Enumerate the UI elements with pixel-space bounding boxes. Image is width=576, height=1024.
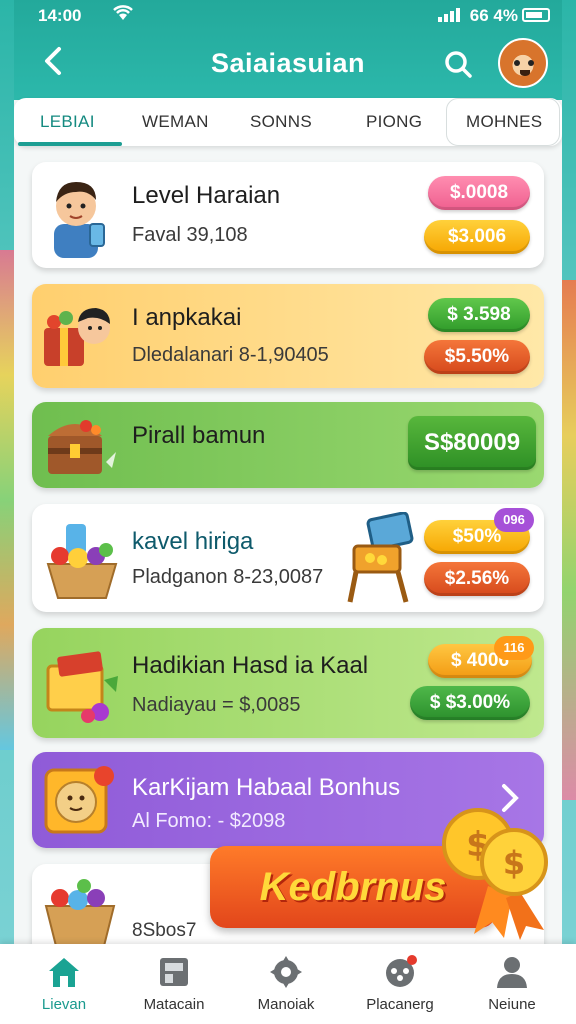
battery-icon	[522, 8, 550, 22]
card-subtitle: Faval 39,108	[132, 224, 248, 246]
nav-item-settings[interactable]: Manoiak	[236, 952, 336, 1013]
battery-percent: 66 4%	[469, 6, 518, 25]
tab-lebiai[interactable]: LEBIAI	[40, 112, 95, 132]
store-icon	[156, 954, 192, 990]
decorative-strip-right	[560, 280, 576, 800]
wifi-icon	[112, 4, 134, 27]
tab-sonns[interactable]: SONNS	[250, 112, 312, 132]
nav-label: Neiune	[488, 996, 536, 1013]
list-card-3[interactable]: Pirall bamun S$80009	[32, 402, 544, 488]
nav-item-profile[interactable]: Neiune	[462, 952, 562, 1013]
app-header: 14:00 66 4% Saiaiasuian	[14, 0, 562, 100]
gold-coins-icon: $ $	[434, 800, 562, 940]
card-subtitle: Nadiayau = $,0085	[132, 694, 301, 716]
price-pill-bottom[interactable]: $3.006	[424, 220, 530, 254]
card-title: I anpkakai	[132, 304, 242, 331]
list-card-2[interactable]: I anpkakai Dledalanari 8-1,90405 $ 3.598…	[32, 284, 544, 388]
card-subtitle: Pladganon 8-23,0087	[132, 566, 324, 588]
count-badge: 116	[494, 636, 534, 660]
tab-weman[interactable]: WEMAN	[142, 112, 209, 132]
search-button[interactable]	[444, 50, 472, 78]
price-pill-top[interactable]: $.0008	[428, 176, 530, 210]
gamepad-icon	[382, 954, 418, 990]
count-badge: 096	[494, 508, 534, 532]
card-title: Level Haraian	[132, 182, 281, 209]
active-tab-indicator	[18, 142, 122, 146]
bottom-navigation: Lievan Matacain Manoiak Placanerg Neiune	[0, 944, 576, 1024]
search-icon	[445, 51, 472, 78]
app-screen: 14:00 66 4% Saiaiasuian LEBIAI WEMAN SON…	[14, 0, 562, 1024]
nav-item-store[interactable]: Matacain	[124, 952, 224, 1013]
fruit-basket-icon	[40, 518, 124, 602]
gear-icon	[268, 954, 304, 990]
home-icon	[46, 954, 82, 990]
gift-box-character-icon	[40, 294, 116, 378]
nav-label: Manoiak	[257, 996, 315, 1013]
card-subtitle: Al Fomo: - $2098	[132, 810, 286, 832]
tab-bar: LEBIAI WEMAN SONNS PIONG MOHNES	[14, 98, 562, 146]
list-card-5[interactable]: Hadikian Hasd ia Kaal Nadiayau = $,0085 …	[32, 628, 544, 738]
nav-label: Placanerg	[366, 996, 434, 1013]
page-title: Saiaiasuian	[210, 48, 366, 78]
nav-label: Matacain	[143, 996, 205, 1013]
user-icon	[494, 954, 530, 990]
tab-piong[interactable]: PIONG	[366, 112, 422, 132]
cash-register-icon	[346, 511, 418, 604]
nav-item-games[interactable]: Placanerg	[350, 952, 450, 1013]
price-pill-bottom[interactable]: $ $3.00%	[410, 686, 530, 720]
avatar[interactable]	[498, 38, 548, 88]
list-card-4[interactable]: kavel hiriga Pladganon 8-23,0087 $50% 09…	[32, 504, 544, 612]
boy-character-icon	[44, 174, 114, 258]
cookie-frame-icon	[40, 760, 120, 840]
signal-icon	[438, 7, 466, 22]
status-bar: 14:00 66 4%	[14, 4, 562, 26]
card-subtitle: Dledalanari 8-1,90405	[132, 344, 329, 366]
card-title: Hadikian Hasd ia Kaal	[132, 652, 369, 679]
price-pill-top[interactable]: $ 3.598	[428, 298, 530, 332]
fruit-basket-icon	[40, 870, 120, 950]
tab-mohnes[interactable]: MOHNES	[466, 112, 542, 132]
card-title: KarKijam Habaal Bonhus	[132, 774, 401, 801]
status-time: 14:00	[38, 6, 82, 25]
card-title: Pirall bamun	[132, 422, 266, 449]
svg-text:$: $	[503, 844, 525, 882]
list-card-1[interactable]: Level Haraian Faval 39,108 $.0008 $3.006	[32, 162, 544, 268]
nav-item-home[interactable]: Lievan	[14, 952, 114, 1013]
price-button[interactable]: S$80009	[408, 416, 536, 470]
card-subtitle: 8Sbos7	[132, 920, 197, 941]
nav-label: Lievan	[41, 996, 87, 1013]
price-pill-bottom[interactable]: $5.50%	[424, 340, 530, 374]
treasure-chest-icon	[42, 408, 122, 482]
price-pill-bottom[interactable]: $2.56%	[424, 562, 530, 596]
gift-crate-icon	[38, 640, 124, 726]
card-title: kavel hiriga	[132, 528, 254, 555]
